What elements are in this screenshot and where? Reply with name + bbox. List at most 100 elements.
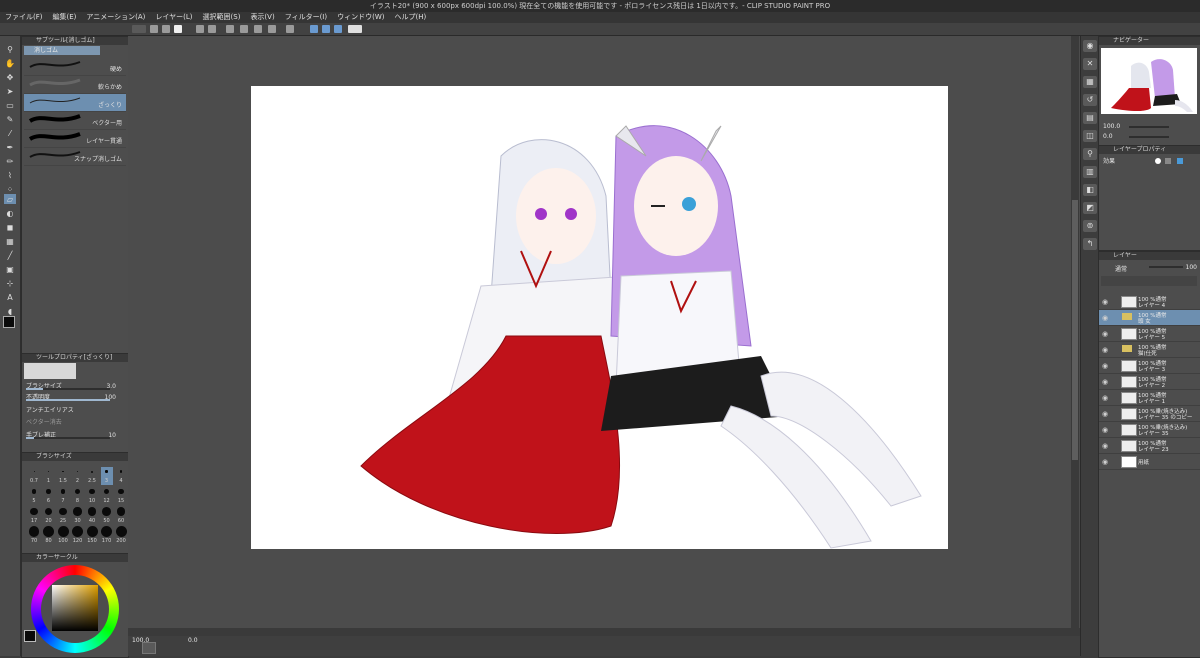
layer-row[interactable]: ◉ 100 %通常 レイヤー 23	[1099, 438, 1200, 454]
eye-icon[interactable]: ◉	[1102, 314, 1108, 322]
stabilization-row[interactable]: 手ブレ補正 10	[26, 431, 124, 440]
brush-size-cell[interactable]: 8	[72, 487, 84, 505]
menu-animation[interactable]: アニメーション(A)	[81, 12, 150, 23]
brush-size-cell[interactable]: 25	[57, 507, 69, 525]
horizontal-scrollbar[interactable]	[128, 628, 1080, 636]
brush-size-cell[interactable]: 2	[72, 467, 84, 485]
eraser-tool-icon[interactable]: ▱	[4, 194, 16, 204]
tool-property-icon[interactable]: ⊚	[1083, 220, 1097, 232]
stabilization-slider[interactable]	[26, 437, 110, 439]
material-icon[interactable]: ◫	[1083, 130, 1097, 142]
gradient-tool-icon[interactable]: ▦	[4, 236, 16, 246]
brush-size-cell[interactable]: 40	[86, 507, 98, 525]
airbrush-tool-icon[interactable]: ⁘	[4, 184, 16, 194]
navigator-zoom-slider[interactable]	[1129, 126, 1169, 128]
info-icon[interactable]: ▦	[1083, 76, 1097, 88]
brush-size-cell[interactable]: 170	[101, 526, 113, 545]
brush-tool-icon[interactable]: ⌇	[4, 170, 16, 180]
layer-row[interactable]: ◉ 用紙	[1099, 454, 1200, 470]
eye-icon[interactable]: ◉	[1102, 346, 1108, 354]
brush-size-cell[interactable]: 10	[86, 487, 98, 505]
text-tool-icon[interactable]: A	[4, 292, 16, 302]
layer-row[interactable]: ◉ 100 %乗(焼き込み) レイヤー 35 のコピー	[1099, 406, 1200, 422]
ruler-tool-icon[interactable]: ⊹	[4, 278, 16, 288]
layer-color-icon[interactable]	[1177, 158, 1183, 164]
new-file-icon[interactable]	[150, 25, 158, 33]
pencil-tool-icon[interactable]: ✏	[4, 156, 16, 166]
opacity-row[interactable]: 不透明度 100	[26, 393, 124, 402]
antialias-row[interactable]: アンチエイリアス	[26, 406, 124, 415]
navigator-icon[interactable]: ◉	[1083, 40, 1097, 52]
brush-size-cell[interactable]: 200	[115, 526, 127, 545]
brush-size-slider[interactable]	[26, 388, 110, 390]
brush-size-cell[interactable]: 12	[101, 487, 113, 505]
brush-size-cell[interactable]: 15	[115, 487, 127, 505]
brush-size-cell[interactable]: 0.7	[28, 467, 40, 485]
snap-ruler-icon[interactable]	[322, 25, 330, 33]
sub-tool-tab-eraser[interactable]: 消しゴム	[24, 46, 100, 55]
pen-tool-icon[interactable]: ✒	[4, 142, 16, 152]
snap-icon[interactable]	[310, 25, 318, 33]
layer-row[interactable]: ◉ 100 %通常頭 女	[1099, 310, 1200, 326]
vector-erase-row[interactable]: ベクター消去	[26, 418, 124, 427]
color-set-icon[interactable]: ◩	[1083, 202, 1097, 214]
clip-studio-icon[interactable]	[348, 25, 362, 33]
brush-size-cell[interactable]: 30	[72, 507, 84, 525]
snap-grid-icon[interactable]	[334, 25, 342, 33]
brush-size-cell[interactable]: 3	[100, 467, 113, 485]
main-color-chip[interactable]	[24, 630, 36, 642]
layer-opacity-slider[interactable]	[1149, 266, 1183, 268]
menu-edit[interactable]: 編集(E)	[48, 12, 82, 23]
main-color-swatch[interactable]	[3, 316, 15, 328]
tone-effect-icon[interactable]	[1165, 158, 1171, 164]
balloon-tool-icon[interactable]: ◖	[4, 306, 16, 316]
brush-size-cell[interactable]: 2.5	[86, 467, 98, 485]
fill-tool-icon[interactable]: ◼	[4, 222, 16, 232]
auto-action-icon[interactable]: ▤	[1083, 112, 1097, 124]
history-icon[interactable]: ↺	[1083, 94, 1097, 106]
eye-icon[interactable]: ◉	[1102, 458, 1108, 466]
layer-row[interactable]: ◉ 100 %通常 レイヤー 2	[1099, 374, 1200, 390]
navigator-preview[interactable]	[1101, 48, 1197, 114]
navigator-angle-slider[interactable]	[1129, 136, 1169, 138]
lasso-tool-icon[interactable]: ✎	[4, 114, 16, 124]
sub-tool-item[interactable]: レイヤー貫通	[24, 130, 126, 148]
brush-size-cell[interactable]: 80	[43, 526, 55, 545]
fill-icon[interactable]	[254, 25, 262, 33]
animation-cels-icon[interactable]: ▥	[1083, 166, 1097, 178]
zoom-tool-icon[interactable]: ⚲	[4, 44, 16, 54]
brush-size-cell[interactable]: 6	[43, 487, 55, 505]
brush-size-cell[interactable]: 100	[57, 526, 69, 545]
brush-size-cell[interactable]: 1.5	[57, 467, 69, 485]
opacity-slider[interactable]	[26, 399, 110, 401]
layer-row[interactable]: ◉ 100 %通常 猫(仕死	[1099, 342, 1200, 358]
menu-file[interactable]: ファイル(F)	[0, 12, 48, 23]
eye-icon[interactable]: ◉	[1102, 442, 1108, 450]
operation-tool-icon[interactable]: ➤	[4, 86, 16, 96]
brush-size-cell[interactable]: 70	[28, 526, 40, 545]
deselect-icon[interactable]	[286, 25, 294, 33]
menu-view[interactable]: 表示(V)	[245, 12, 279, 23]
sub-view-icon[interactable]: ✕	[1083, 58, 1097, 70]
blend-tool-icon[interactable]: ◐	[4, 208, 16, 218]
layer-row[interactable]: ◉ 100 %通常 レイヤー 4	[1099, 294, 1200, 310]
menu-help[interactable]: ヘルプ(H)	[389, 12, 431, 23]
transform-icon[interactable]	[268, 25, 276, 33]
selection-tool-icon[interactable]: ▭	[4, 100, 16, 110]
clear-icon[interactable]	[226, 25, 234, 33]
brush-size-cell[interactable]: 7	[57, 487, 69, 505]
menu-layer[interactable]: レイヤー(L)	[150, 12, 197, 23]
layer-row[interactable]: ◉ 100 %通常 レイヤー 1	[1099, 390, 1200, 406]
sub-tool-item-selected[interactable]: ざっくり	[24, 94, 126, 112]
brush-size-cell[interactable]: 4	[115, 467, 127, 485]
sub-tool-item[interactable]: 軟らかめ	[24, 76, 126, 94]
redo-icon[interactable]	[208, 25, 216, 33]
eye-icon[interactable]: ◉	[1102, 394, 1108, 402]
clear-outside-icon[interactable]	[240, 25, 248, 33]
saturation-value-square[interactable]	[52, 585, 98, 631]
eyedropper-tool-icon[interactable]: ⁄	[4, 128, 16, 138]
brush-size-cell[interactable]: 17	[28, 507, 40, 525]
eye-icon[interactable]: ◉	[1102, 410, 1108, 418]
home-icon[interactable]	[132, 25, 146, 33]
canvas-preview-button[interactable]	[142, 642, 156, 654]
